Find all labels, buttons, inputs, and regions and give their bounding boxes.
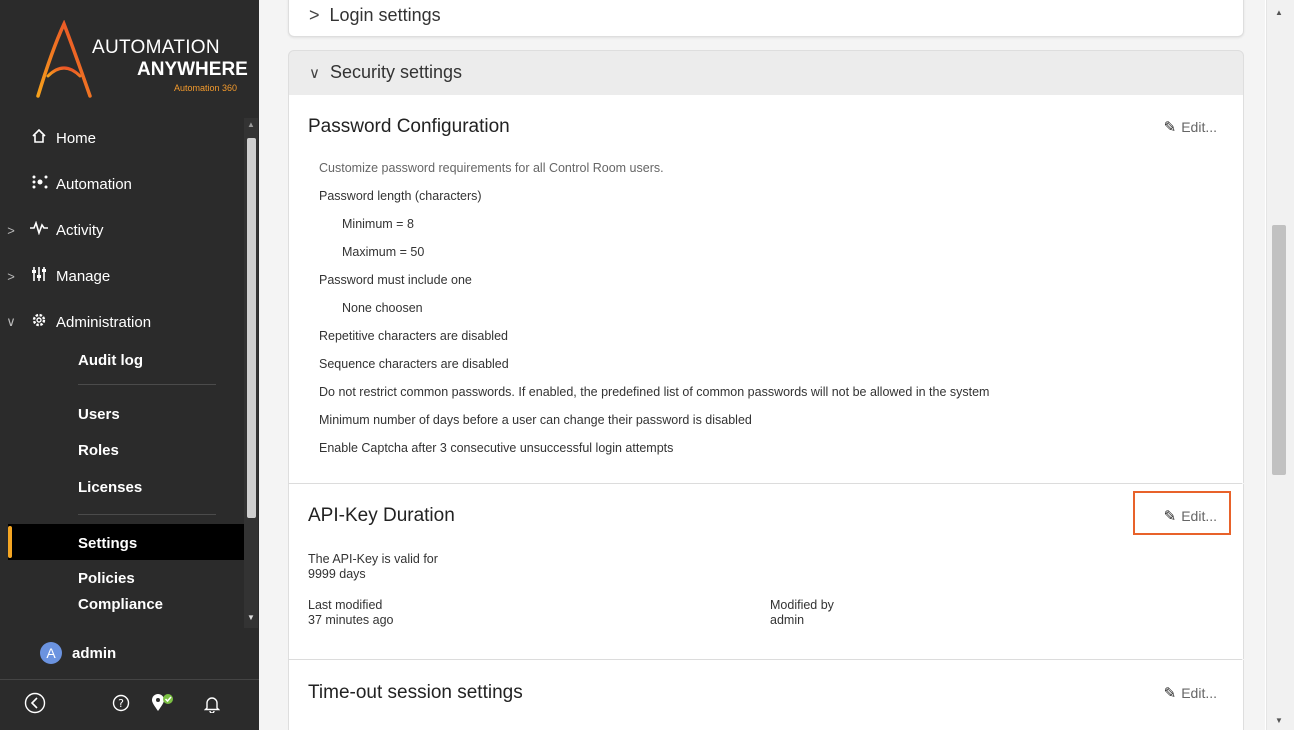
- captcha-setting: Enable Captcha after 3 consecutive unsuc…: [319, 441, 674, 455]
- logo-text-anywhere: ANYWHERE: [137, 59, 248, 80]
- timeout-edit-button[interactable]: ✎ Edit...: [1164, 684, 1217, 702]
- password-configuration-card: Password Configuration ✎ Edit... Customi…: [288, 95, 1244, 483]
- nav-audit-log[interactable]: Audit log: [78, 352, 143, 369]
- scroll-up-icon[interactable]: ▲: [245, 119, 257, 131]
- chevron-down-icon: ∨: [6, 314, 16, 329]
- password-length-label: Password length (characters): [319, 189, 482, 203]
- collapse-sidebar-icon[interactable]: [24, 692, 46, 719]
- nav-licenses[interactable]: Licenses: [78, 479, 142, 496]
- nav-users[interactable]: Users: [78, 406, 120, 423]
- nav-policies[interactable]: Policies: [78, 570, 135, 587]
- chevron-down-icon: ∨: [309, 65, 320, 82]
- edit-label: Edit...: [1181, 685, 1217, 701]
- nav-settings[interactable]: Settings: [78, 535, 137, 552]
- password-description: Customize password requirements for all …: [319, 161, 664, 175]
- bell-icon[interactable]: [203, 695, 221, 718]
- scroll-up-icon[interactable]: ▲: [1273, 8, 1285, 17]
- api-key-valid: The API-Key is valid for 9999 days: [308, 552, 438, 582]
- divider: [0, 679, 259, 680]
- nav-activity[interactable]: > Activity: [0, 212, 244, 248]
- sidebar-footer: ?: [0, 684, 259, 730]
- gear-icon: [22, 312, 56, 333]
- nav-manage-label: Manage: [56, 267, 111, 285]
- last-modified: Last modified 37 minutes ago: [308, 598, 393, 628]
- edit-button-highlight: [1133, 491, 1231, 535]
- common-passwords: Do not restrict common passwords. If ena…: [319, 385, 990, 399]
- avatar: A: [40, 642, 62, 664]
- nav-manage[interactable]: > Manage: [0, 258, 244, 294]
- svg-text:?: ?: [118, 697, 124, 710]
- nav-automation-label: Automation: [56, 175, 132, 193]
- modified-by: Modified by admin: [770, 598, 834, 628]
- api-key-valid-value: 9999 days: [308, 567, 366, 581]
- modified-by-value: admin: [770, 613, 805, 627]
- modified-by-label: Modified by: [770, 598, 834, 612]
- nav-activity-label: Activity: [56, 221, 104, 239]
- card-title: API-Key Duration: [308, 505, 455, 526]
- home-icon: [22, 128, 56, 149]
- scroll-down-icon[interactable]: ▼: [245, 612, 257, 624]
- security-settings-label: Security settings: [329, 62, 463, 82]
- divider: [78, 514, 216, 515]
- nav-administration-label: Administration: [56, 313, 152, 331]
- login-settings-header: > Login settings: [309, 5, 441, 26]
- card-title: Time-out session settings: [308, 682, 523, 703]
- pencil-icon: ✎: [1163, 119, 1177, 136]
- sidebar-scrollbar-thumb[interactable]: [247, 138, 256, 518]
- pencil-icon: ✎: [1163, 685, 1177, 702]
- location-check-icon[interactable]: [150, 693, 176, 718]
- password-maximum: Maximum = 50: [342, 245, 425, 259]
- automation-icon: [22, 174, 56, 195]
- nav-administration[interactable]: ∨ Administration: [0, 304, 244, 340]
- active-indicator: [8, 526, 12, 558]
- repetitive-characters: Repetitive characters are disabled: [319, 329, 508, 343]
- automation-anywhere-logo-icon: [36, 20, 92, 98]
- nav-compliance[interactable]: Compliance: [78, 596, 163, 613]
- minimum-days: Minimum number of days before a user can…: [319, 413, 752, 427]
- user-menu[interactable]: A admin: [0, 634, 259, 672]
- password-include-value: None choosen: [342, 301, 423, 315]
- page-scrollbar-thumb[interactable]: [1272, 225, 1286, 475]
- password-include-label: Password must include one: [319, 273, 472, 287]
- api-key-duration-card: API-Key Duration ✎ Edit... The API-Key i…: [288, 484, 1244, 659]
- last-modified-label: Last modified: [308, 598, 383, 612]
- password-minimum: Minimum = 8: [342, 217, 414, 231]
- nav-home-label: Home: [56, 129, 97, 147]
- logo-text-automation: AUTOMATION: [92, 37, 220, 58]
- api-key-valid-label: The API-Key is valid for: [308, 552, 438, 566]
- sequence-characters: Sequence characters are disabled: [319, 357, 509, 371]
- chevron-right-icon: >: [7, 222, 15, 238]
- logo-text-automation-360: Automation 360: [174, 83, 238, 93]
- password-edit-button[interactable]: ✎ Edit...: [1164, 118, 1217, 136]
- nav-automation[interactable]: Automation: [0, 166, 244, 202]
- chevron-right-icon: >: [309, 5, 320, 25]
- sidebar: AUTOMATION ANYWHERE Automation 360 Home …: [0, 0, 259, 730]
- manage-icon: [22, 266, 56, 287]
- main-content: > Login settings ∨ Security settings Passw…: [259, 0, 1265, 730]
- user-name: admin: [72, 644, 117, 662]
- scroll-down-icon[interactable]: ▼: [1273, 716, 1285, 725]
- activity-icon: [22, 220, 56, 240]
- security-settings-header[interactable]: ∨ Security settings: [288, 50, 1244, 96]
- nav-home[interactable]: Home: [0, 120, 244, 156]
- nav-roles[interactable]: Roles: [78, 442, 119, 459]
- card-title: Password Configuration: [308, 116, 510, 137]
- help-icon[interactable]: ?: [112, 694, 130, 717]
- login-settings-panel[interactable]: > Login settings: [288, 0, 1244, 37]
- edit-label: Edit...: [1181, 119, 1217, 135]
- chevron-right-icon: >: [7, 268, 15, 284]
- last-modified-value: 37 minutes ago: [308, 613, 394, 627]
- divider: [78, 384, 216, 385]
- login-settings-label: Login settings: [329, 5, 441, 25]
- timeout-session-card: Time-out session settings ✎ Edit...: [288, 660, 1244, 730]
